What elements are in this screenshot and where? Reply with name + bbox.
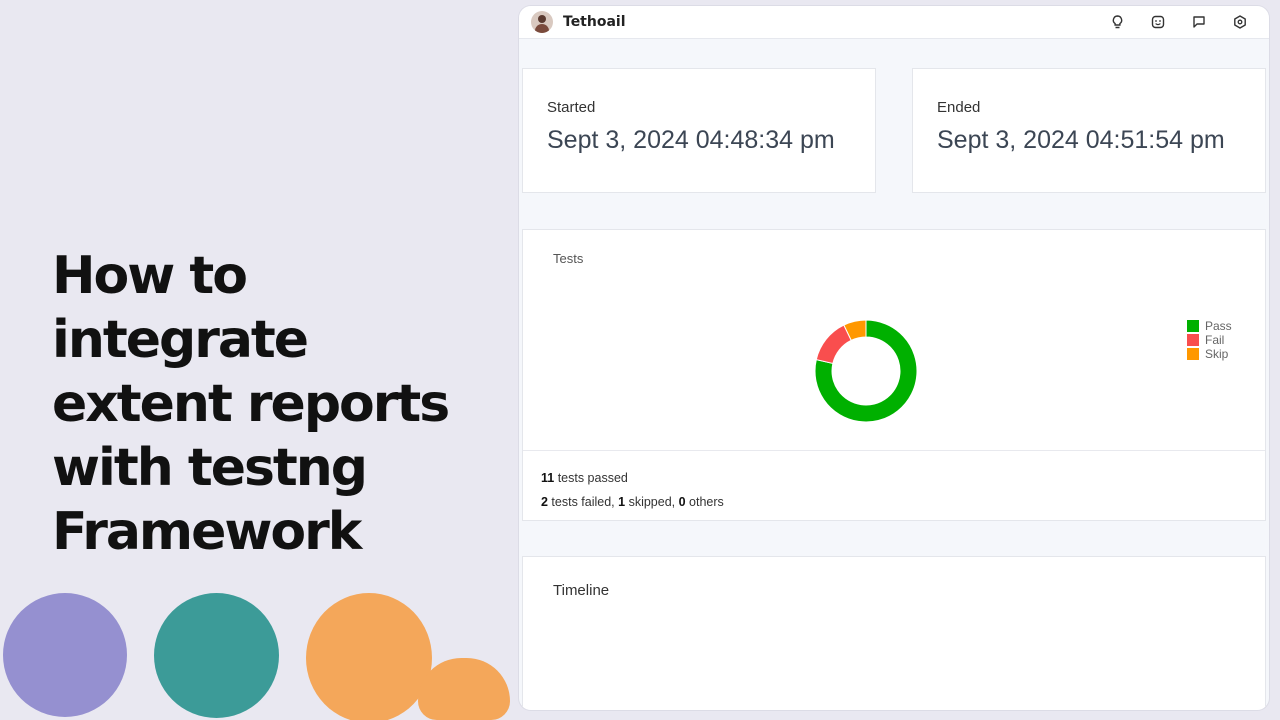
avatar[interactable] [531,11,553,33]
failed-text: tests failed, [547,495,619,509]
decor-circle-teal [154,593,279,718]
others-count: 0 [678,495,686,509]
summary-line-passed: 11 tests passed [541,466,724,490]
headline-line-4: Framework [52,502,362,562]
settings-icon[interactable] [1232,14,1248,30]
tests-donut-chart [814,319,918,423]
report-window: Tethoail Started Sept 3, 2024 04:48:34 p… [519,6,1269,710]
donut-slice-fail[interactable] [815,324,852,365]
app-title: Tethoail [563,14,626,30]
decor-circle-orange [306,593,432,720]
lightbulb-icon[interactable] [1109,14,1125,30]
legend-label-skip: Skip [1205,347,1229,361]
decor-circle-purple [3,593,127,717]
ended-card: Ended Sept 3, 2024 04:51:54 pm [912,68,1266,193]
passed-text: tests passed [554,471,628,485]
others-text: others [685,495,724,509]
chart-legend: Pass Fail Skip [1187,319,1232,361]
titlebar-icons [1109,14,1257,30]
legend-swatch-skip [1187,348,1199,360]
tests-summary: 11 tests passed 2 tests failed, 1 skippe… [541,466,724,514]
ended-value: Sept 3, 2024 04:51:54 pm [937,126,1225,154]
legend-item-pass[interactable]: Pass [1187,319,1232,333]
failed-count: 2 [541,495,548,509]
ended-label: Ended [937,99,981,116]
headline: How to integrate extent reports with tes… [52,244,502,564]
legend-item-fail[interactable]: Fail [1187,333,1232,347]
summary-line-other: 2 tests failed, 1 skipped, 0 others [541,490,724,514]
headline-line-1: How to integrate [52,246,309,370]
legend-swatch-fail [1187,334,1199,346]
legend-swatch-pass [1187,320,1199,332]
legend-label-fail: Fail [1205,333,1225,347]
legend-item-skip[interactable]: Skip [1187,347,1232,361]
tests-card: Tests Pass Fail Skip 11 tests passed 2 tes… [522,229,1266,521]
tests-divider [523,450,1265,451]
skipped-text: skipped, [625,495,679,509]
timeline-title: Timeline [553,582,610,599]
timeline-card: Timeline [522,556,1266,710]
chat-icon[interactable] [1191,14,1207,30]
tests-title: Tests [553,251,584,266]
started-label: Started [547,99,596,116]
started-card: Started Sept 3, 2024 04:48:34 pm [522,68,876,193]
passed-count: 11 [541,471,555,485]
headline-line-3: with testng [52,438,368,498]
title-bar: Tethoail [519,6,1269,39]
emoji-icon[interactable] [1150,14,1166,30]
legend-label-pass: Pass [1205,319,1232,333]
headline-line-2: extent reports [52,374,450,434]
started-value: Sept 3, 2024 04:48:34 pm [547,126,835,154]
decor-blob-orange [418,658,510,720]
